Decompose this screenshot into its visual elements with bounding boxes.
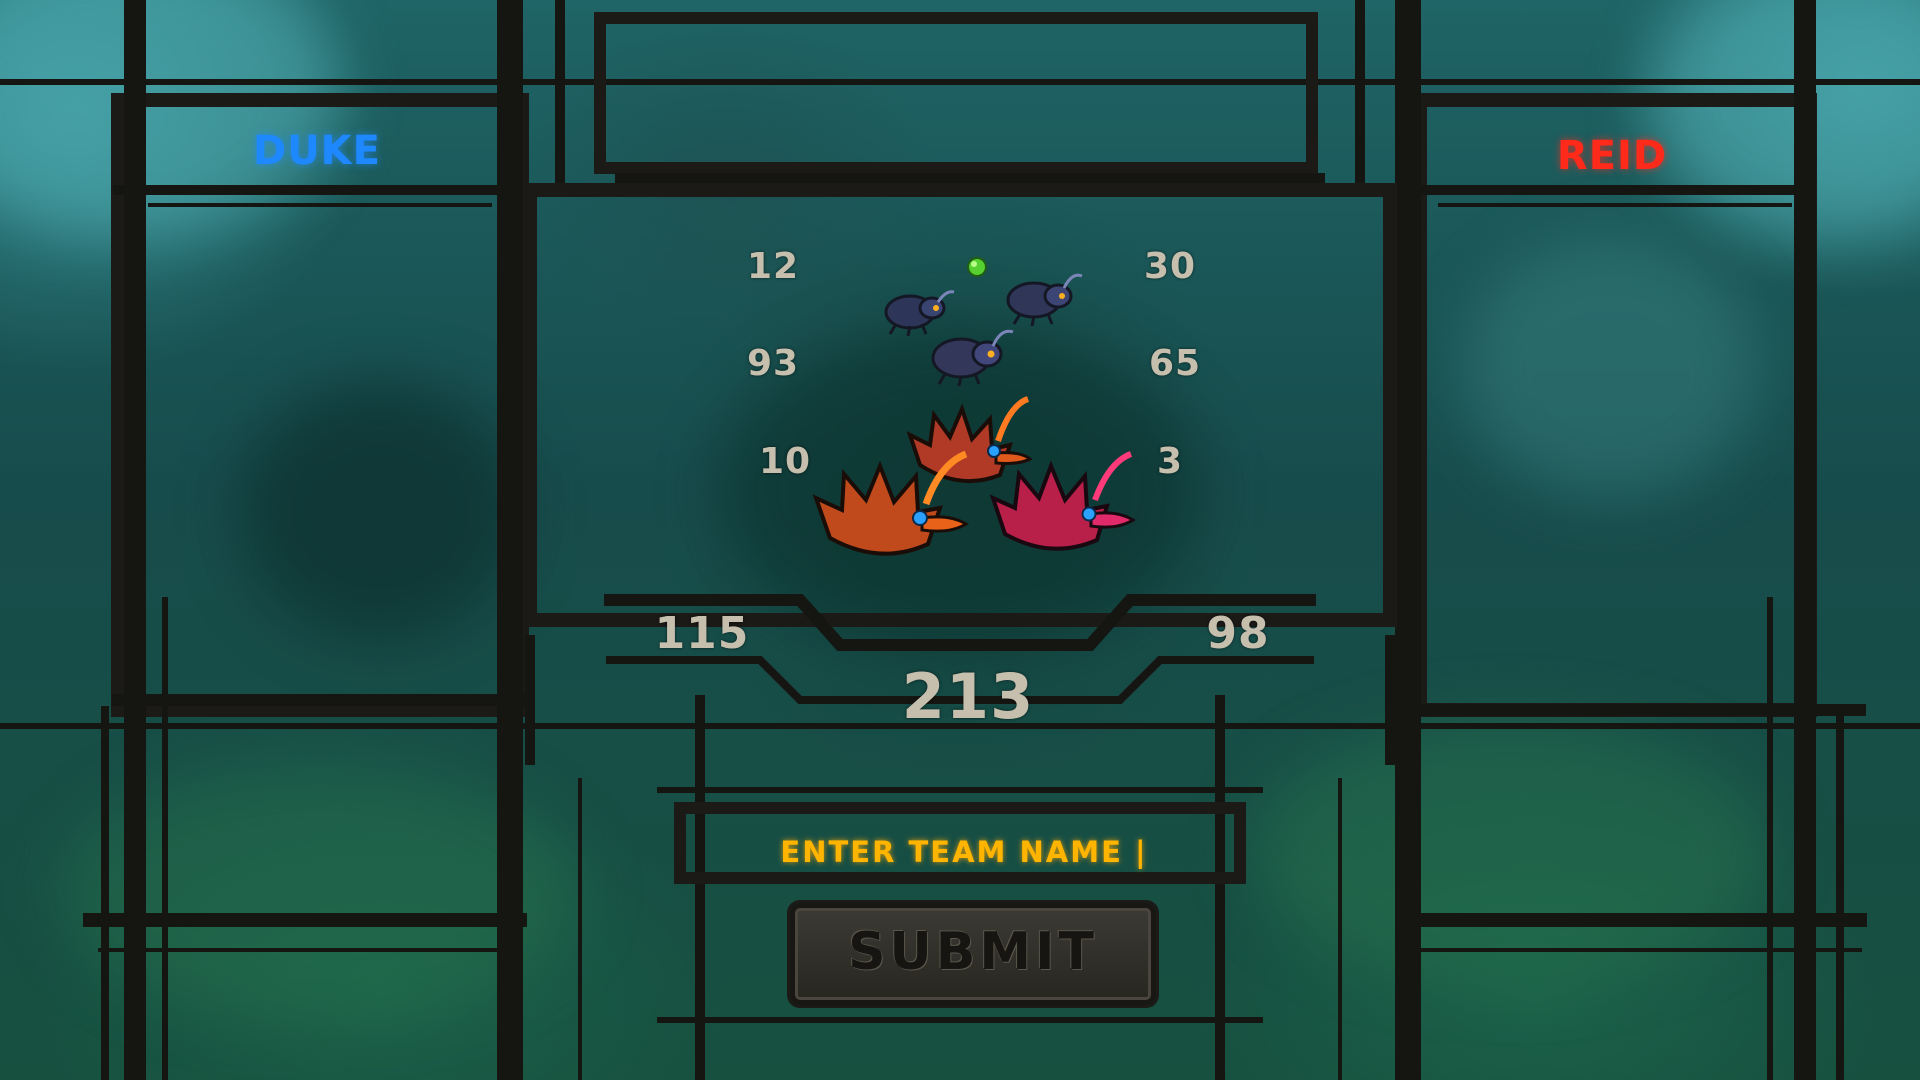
beetle-bug-icon bbox=[1006, 273, 1083, 326]
beetle-bug-icon bbox=[931, 329, 1014, 386]
left-score-row-3: 10 bbox=[758, 441, 812, 482]
player-name-right: REID bbox=[1556, 133, 1668, 179]
submit-button-label: SUBMIT bbox=[848, 922, 1098, 982]
left-score-row-1: 12 bbox=[746, 246, 800, 287]
grand-total-score: 213 bbox=[901, 660, 1035, 733]
right-score-row-3: 3 bbox=[1156, 441, 1184, 482]
right-score-row-1: 30 bbox=[1143, 246, 1197, 287]
spiky-crab-monster-icon bbox=[989, 451, 1136, 551]
submit-button[interactable]: SUBMIT bbox=[790, 903, 1156, 1005]
left-total-score: 115 bbox=[654, 608, 750, 659]
player-name-left: DUKE bbox=[252, 128, 382, 174]
spiky-crab-monster-icon bbox=[812, 450, 969, 556]
right-score-row-2: 65 bbox=[1148, 343, 1202, 384]
right-total-score: 98 bbox=[1206, 608, 1270, 659]
energy-orb-icon bbox=[967, 257, 987, 277]
team-name-input[interactable]: ENTER TEAM NAME | bbox=[780, 835, 1147, 869]
left-score-row-2: 93 bbox=[746, 343, 800, 384]
